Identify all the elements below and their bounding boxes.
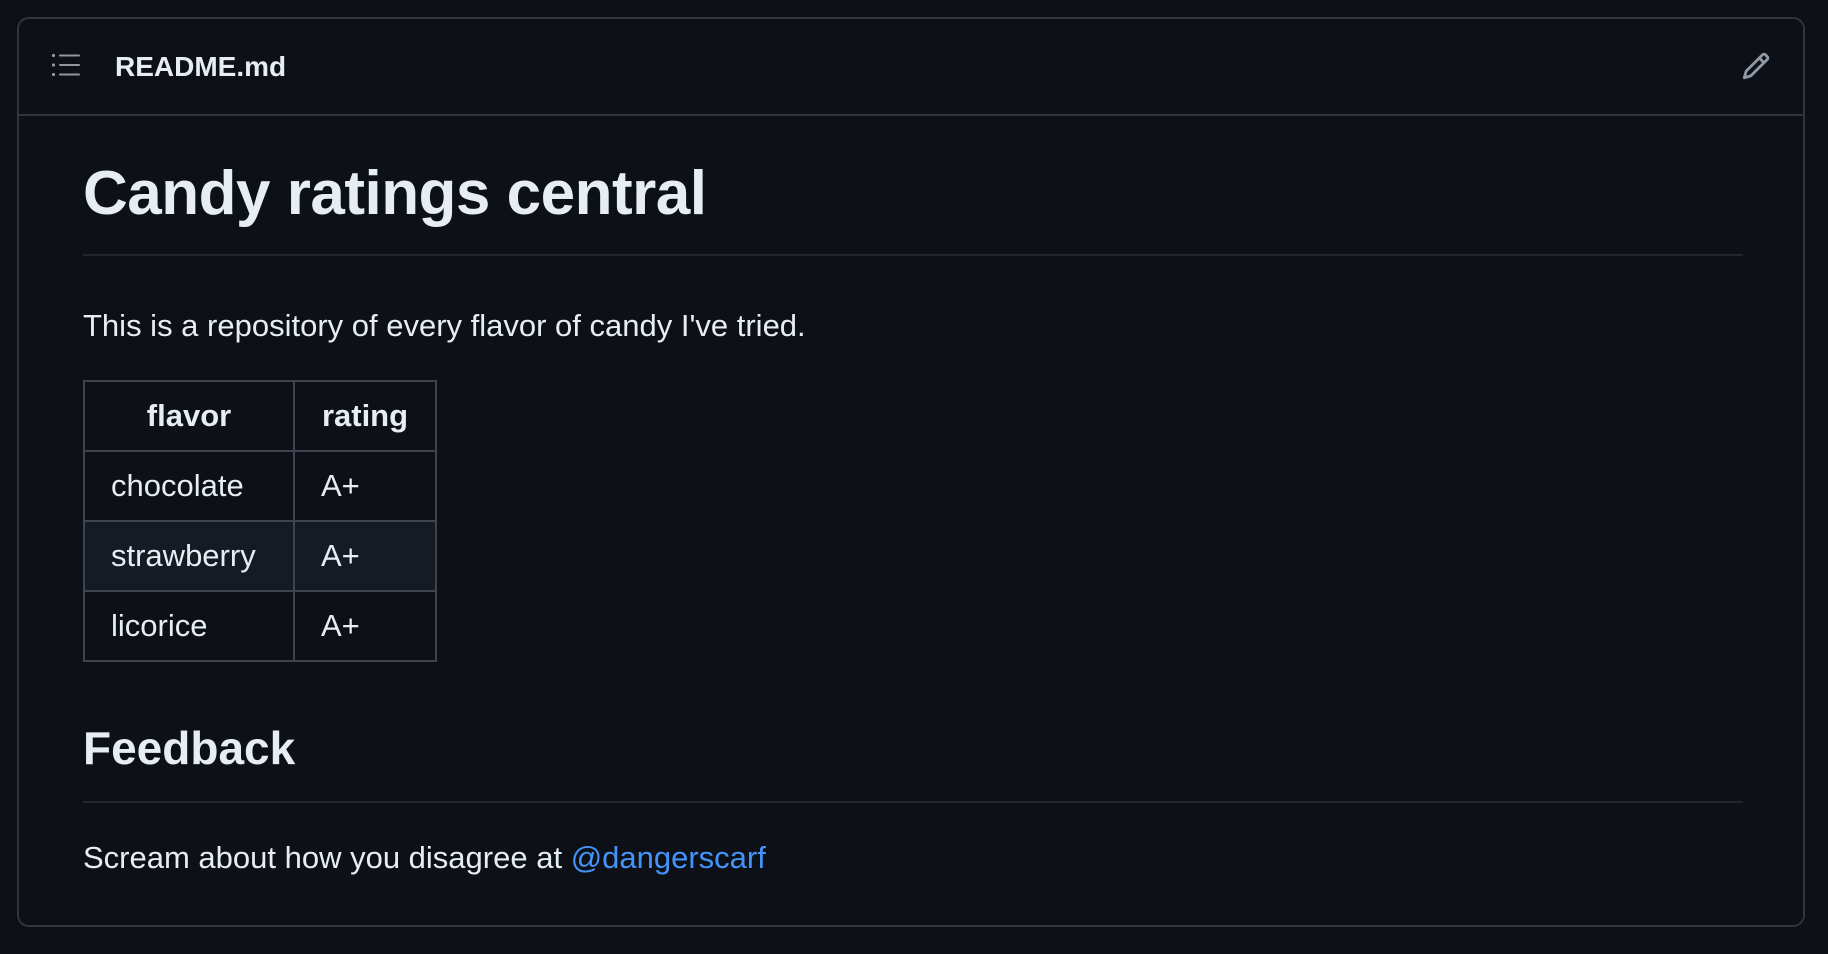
list-unordered-icon: [52, 54, 80, 76]
feedback-divider: [83, 801, 1743, 803]
user-mention-link[interactable]: @dangerscarf: [571, 840, 766, 875]
table-row: licorice A+: [83, 590, 437, 662]
column-header-rating: rating: [293, 380, 437, 452]
title-divider: [83, 254, 1743, 256]
table-row: chocolate A+: [83, 450, 437, 522]
table-of-contents-button[interactable]: [49, 49, 83, 81]
flavor-cell: licorice: [83, 590, 295, 662]
page-title: Candy ratings central: [83, 159, 707, 228]
readme-container: README.md Candy ratings central This is …: [17, 17, 1805, 927]
intro-paragraph: This is a repository of every flavor of …: [83, 308, 806, 343]
readme-header: README.md: [19, 19, 1803, 116]
pencil-icon: [1742, 52, 1770, 80]
file-name: README.md: [115, 51, 287, 82]
markdown-body: Candy ratings central This is a reposito…: [83, 118, 1743, 875]
feedback-heading: Feedback: [83, 722, 296, 774]
table-row: strawberry A+: [83, 520, 437, 592]
column-header-flavor: flavor: [83, 380, 295, 452]
flavor-cell: strawberry: [83, 520, 295, 592]
feedback-paragraph: Scream about how you disagree at @danger…: [83, 838, 766, 878]
table-header-row: flavor rating: [83, 380, 437, 452]
flavor-cell: chocolate: [83, 450, 295, 522]
ratings-table: flavor rating chocolate A+ strawberry A+…: [83, 380, 437, 662]
rating-cell: A+: [293, 590, 437, 662]
rating-cell: A+: [293, 450, 437, 522]
rating-cell: A+: [293, 520, 437, 592]
edit-file-button[interactable]: [1739, 49, 1773, 83]
feedback-text: Scream about how you disagree at: [83, 840, 571, 875]
